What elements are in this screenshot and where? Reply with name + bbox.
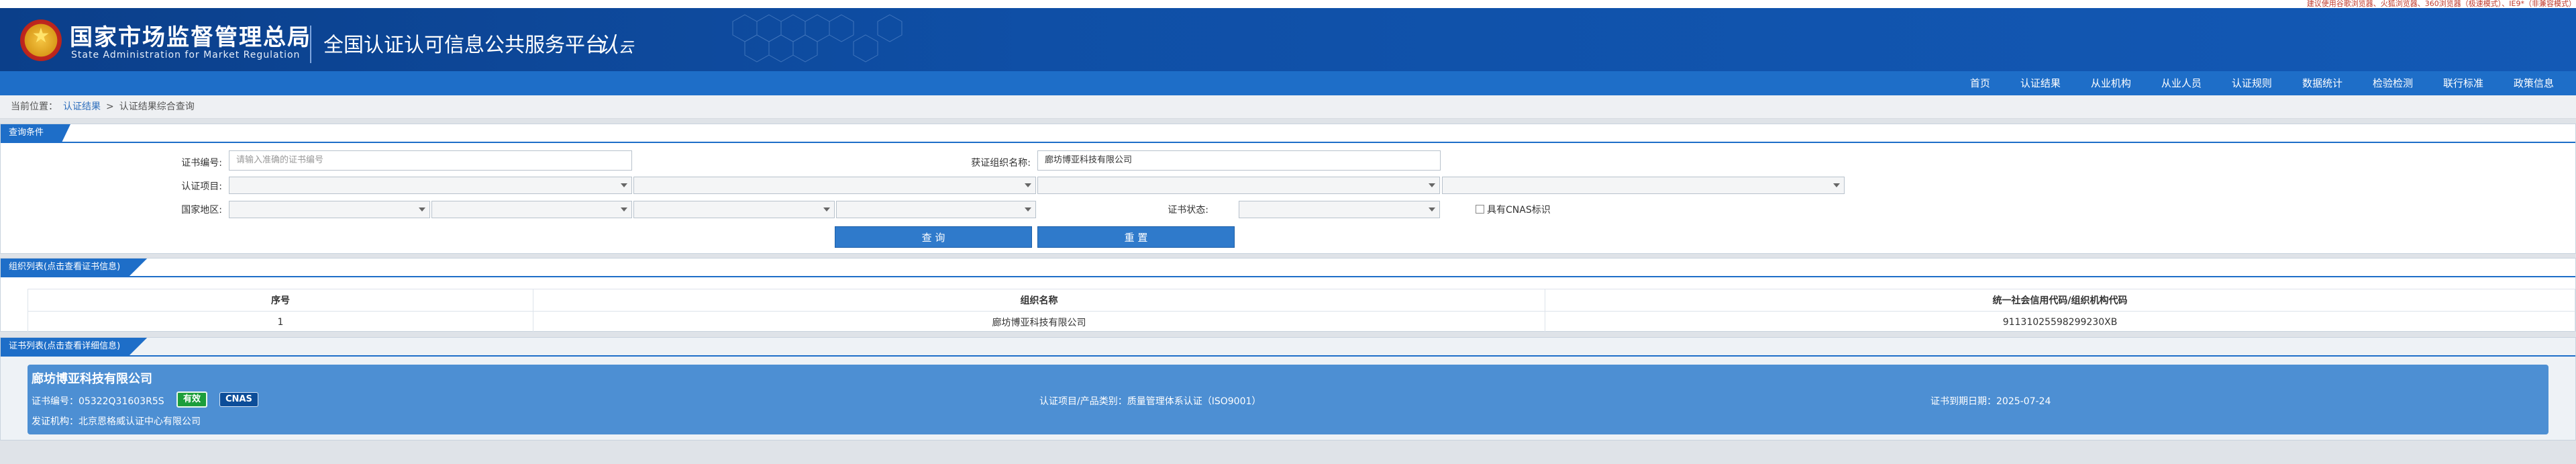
renyun-logo: 认云	[597, 32, 634, 58]
column-header-org-name: 组织名称	[533, 289, 1545, 312]
query-panel: 查询条件 证书编号: 请输入准确的证书编号 获证组织名称: 廊坊博亚科技有限公司…	[0, 124, 2576, 254]
top-notice-bar: 建议使用谷歌浏览器、火狐浏览器、360浏览器（极速模式）、IE9*（非兼容模式）	[0, 0, 2576, 8]
main-nav: 首页 认证结果 从业机构 从业人员 认证规则 数据统计 检验检测 联行标准 政策…	[0, 71, 2576, 95]
org-name-cn: 国家市场监督管理总局	[70, 24, 311, 51]
chevron-down-icon	[1025, 183, 1031, 187]
cert-no-label: 证书编号:	[181, 158, 222, 169]
cert-card[interactable]: 廊坊博亚科技有限公司 证书编号：05322Q31603R5S 有效 CNAS 认…	[28, 365, 2548, 434]
query-button[interactable]: 查 询	[835, 226, 1032, 248]
expiry-value: 2025-07-24	[1996, 396, 2051, 407]
cert-project-select-1[interactable]	[229, 177, 632, 194]
breadcrumb-label: 当前位置：	[11, 101, 58, 112]
cnas-checkbox-label: 具有CNAS标识	[1487, 205, 1551, 216]
cert-project-label: 认证项目:	[181, 181, 222, 192]
reset-button[interactable]: 重 置	[1037, 226, 1235, 248]
browser-notice: 建议使用谷歌浏览器、火狐浏览器、360浏览器（极速模式）、IE9*（非兼容模式）	[2306, 0, 2576, 8]
nav-item-statistics[interactable]: 数据统计	[2287, 71, 2358, 95]
nav-item-institutions[interactable]: 从业机构	[2076, 71, 2147, 95]
checkbox-icon	[1476, 205, 1484, 214]
cert-status-select[interactable]	[1239, 201, 1440, 218]
chevron-down-icon	[1025, 207, 1031, 212]
org-name-label: 获证组织名称:	[971, 158, 1031, 169]
org-name-en: State Administration for Market Regulati…	[71, 50, 301, 60]
org-list-section-title: 组织列表(点击查看证书信息)	[1, 259, 148, 276]
nav-item-cert-results[interactable]: 认证结果	[2006, 71, 2076, 95]
org-name-input[interactable]: 廊坊博亚科技有限公司	[1037, 150, 1441, 171]
nav-item-policy[interactable]: 政策信息	[2499, 71, 2569, 95]
region-select-district[interactable]	[836, 201, 1036, 218]
cert-card-org-name: 廊坊博亚科技有限公司	[32, 372, 152, 386]
breadcrumb-cert-results[interactable]: 认证结果	[63, 101, 101, 112]
row-org-name[interactable]: 廊坊博亚科技有限公司	[533, 311, 1545, 334]
cnas-checkbox[interactable]: 具有CNAS标识	[1476, 203, 1551, 216]
chevron-down-icon	[621, 207, 627, 212]
org-table: 序号 组织名称 统一社会信用代码/组织机构代码 1 廊坊博亚科技有限公司 911…	[28, 289, 2575, 334]
nav-item-home[interactable]: 首页	[1955, 71, 2006, 95]
cert-project-select-3[interactable]	[1037, 177, 1440, 194]
cert-no-label: 证书编号：	[32, 396, 79, 407]
cert-project-row: 认证项目/产品类别：质量管理体系认证（ISO9001）	[1039, 394, 1261, 408]
region-select-city[interactable]	[633, 201, 835, 218]
national-emblem-icon: ★	[20, 19, 62, 61]
query-section-title: 查询条件	[1, 124, 71, 142]
cnas-badge: CNAS	[219, 392, 258, 407]
column-header-credit-code: 统一社会信用代码/组织机构代码	[1545, 289, 2575, 312]
region-label: 国家地区:	[181, 205, 222, 216]
table-row[interactable]: 1 廊坊博亚科技有限公司 91131025598299230XB	[28, 311, 2575, 334]
issuer-value: 北京恩格威认证中心有限公司	[79, 416, 201, 427]
nav-item-personnel[interactable]: 从业人员	[2147, 71, 2217, 95]
status-badge: 有效	[176, 391, 208, 408]
cert-status-label: 证书状态:	[1168, 205, 1208, 216]
cert-expiry-row: 证书到期日期：2025-07-24	[1930, 394, 2051, 408]
region-select-country[interactable]	[229, 201, 430, 218]
project-value: 质量管理体系认证（ISO9001）	[1127, 396, 1261, 407]
issuer-row: 发证机构：北京恩格威认证中心有限公司	[32, 414, 201, 428]
nav-item-inspection[interactable]: 检验检测	[2358, 71, 2428, 95]
row-index: 1	[28, 311, 533, 334]
region-select-province[interactable]	[431, 201, 632, 218]
hex-pattern-decoration	[732, 14, 903, 62]
cert-no-value: 05322Q31603R5S	[79, 396, 164, 407]
chevron-down-icon	[1429, 183, 1435, 187]
cert-project-select-4[interactable]	[1442, 177, 1845, 194]
nav-item-cert-rules[interactable]: 认证规则	[2217, 71, 2287, 95]
chevron-down-icon	[621, 183, 627, 187]
project-label: 认证项目/产品类别：	[1039, 396, 1127, 407]
cert-no-input[interactable]: 请输入准确的证书编号	[229, 150, 632, 171]
chevron-down-icon	[823, 207, 830, 212]
cert-no-row: 证书编号：05322Q31603R5S	[32, 394, 164, 408]
nav-item-standards[interactable]: 联行标准	[2428, 71, 2499, 95]
row-credit-code: 91131025598299230XB	[1545, 311, 2575, 334]
breadcrumb: 当前位置： 认证结果 > 认证结果综合查询	[0, 95, 2576, 119]
org-list-panel: 组织列表(点击查看证书信息) 序号 组织名称 统一社会信用代码/组织机构代码 1…	[0, 258, 2576, 334]
header-divider	[310, 26, 311, 63]
platform-title: 全国认证认可信息公共服务平台	[323, 34, 605, 57]
breadcrumb-separator: >	[106, 101, 114, 112]
cert-list-panel: 证书列表(点击查看详细信息) 廊坊博亚科技有限公司 证书编号：05322Q316…	[0, 337, 2576, 440]
chevron-down-icon	[1833, 183, 1840, 187]
cert-project-select-2[interactable]	[633, 177, 1036, 194]
column-header-index: 序号	[28, 289, 533, 312]
issuer-label: 发证机构：	[32, 416, 79, 427]
cert-list-section-title: 证书列表(点击查看详细信息)	[1, 338, 148, 355]
chevron-down-icon	[419, 207, 425, 212]
breadcrumb-current: 认证结果综合查询	[119, 101, 195, 112]
expiry-label: 证书到期日期：	[1930, 396, 1996, 407]
site-header: ★ 国家市场监督管理总局 State Administration for Ma…	[0, 8, 2576, 71]
chevron-down-icon	[1429, 207, 1435, 212]
